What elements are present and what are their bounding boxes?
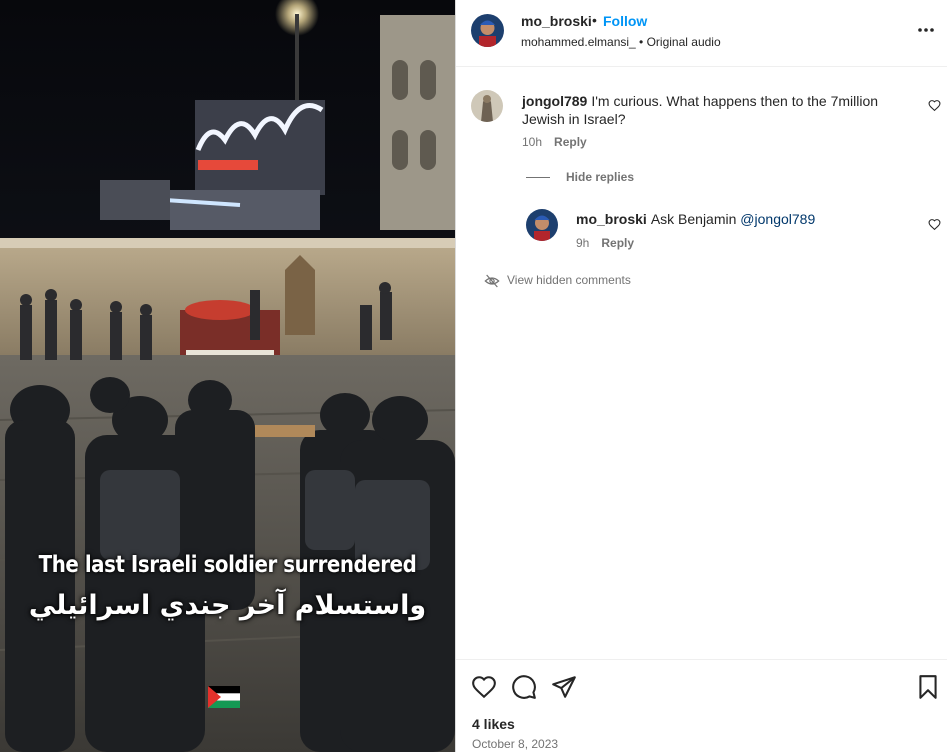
eye-off-icon	[484, 274, 500, 288]
hide-replies-button[interactable]: Hide replies	[526, 170, 634, 184]
reply-body: mo_broski Ask Benjamin @jongol789	[576, 210, 896, 228]
video-frame-image	[0, 0, 455, 752]
commenter-avatar[interactable]	[471, 90, 503, 122]
comment-like-heart-icon[interactable]	[928, 99, 941, 112]
post-details-panel: mo_broski • Follow mohammed.elmansi_ • O…	[455, 0, 947, 752]
reply-text: Ask Benjamin	[650, 211, 737, 227]
reply-time[interactable]: 9h	[576, 236, 589, 250]
reply-like-heart-icon[interactable]	[928, 218, 941, 231]
video-caption-english: The last Israeli soldier surrendered	[38, 552, 417, 578]
comment-meta: 10h Reply	[522, 135, 587, 149]
divider-line	[526, 177, 550, 179]
comments-list[interactable]: jongol789 I'm curious. What happens then …	[456, 68, 947, 658]
palestine-flag-icon	[208, 686, 240, 708]
comment-body: jongol789 I'm curious. What happens then …	[522, 92, 892, 128]
reply-username[interactable]: mo_broski	[576, 211, 647, 227]
avatar[interactable]	[471, 14, 504, 47]
video-caption-arabic: واستسلام آخر جندي اسرائيلي	[28, 590, 427, 621]
post-header: mo_broski • Follow mohammed.elmansi_ • O…	[456, 0, 947, 67]
post-date[interactable]: October 8, 2023	[472, 737, 558, 751]
view-hidden-comments-label: View hidden comments	[507, 273, 631, 288]
bookmark-icon[interactable]	[915, 674, 941, 700]
post-author-username[interactable]: mo_broski	[521, 13, 592, 29]
reply-button[interactable]: Reply	[554, 135, 587, 149]
post-video[interactable]: The last Israeli soldier surrendered واس…	[0, 0, 455, 752]
more-options-icon[interactable]	[916, 20, 936, 40]
hide-replies-label: Hide replies	[566, 170, 635, 184]
comment-time[interactable]: 10h	[522, 135, 542, 149]
heart-icon[interactable]	[471, 674, 497, 700]
audio-line[interactable]: mohammed.elmansi_ • Original audio	[521, 35, 721, 49]
likes-count[interactable]: 4 likes	[472, 716, 515, 732]
view-hidden-comments-button[interactable]: View hidden comments	[484, 273, 631, 289]
reply-author-avatar[interactable]	[526, 209, 558, 241]
post-actions-bar: 4 likes October 8, 2023	[456, 659, 947, 752]
separator-dot: •	[592, 12, 597, 28]
send-icon[interactable]	[551, 674, 577, 700]
comment-username[interactable]: jongol789	[522, 93, 587, 109]
reply-button[interactable]: Reply	[601, 236, 634, 250]
reply-meta: 9h Reply	[576, 236, 634, 250]
follow-button[interactable]: Follow	[603, 13, 647, 29]
reply-mention-link[interactable]: @jongol789	[740, 211, 815, 227]
comment-icon[interactable]	[511, 674, 537, 700]
